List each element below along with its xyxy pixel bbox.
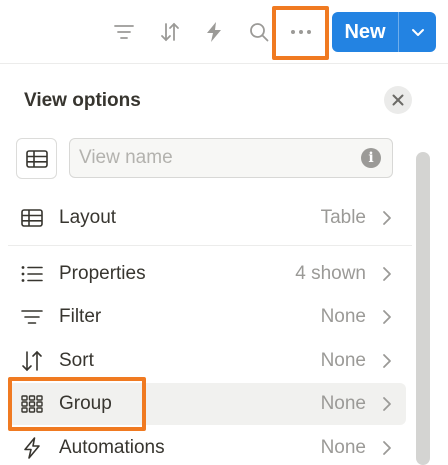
panel-title: View options [24,90,141,111]
more-icon[interactable] [283,14,319,50]
panel-scrollbar[interactable] [416,152,430,465]
chevron-right-icon [383,441,391,455]
lightning-icon[interactable] [196,14,232,50]
option-value: None [320,437,366,458]
option-row-sort[interactable]: Sort None [8,340,406,382]
chevron-right-icon [383,211,391,225]
option-label: Sort [59,350,94,371]
option-label: Properties [59,263,146,284]
view-toolbar: New [0,0,448,64]
option-value: Table [320,207,366,228]
sort-icon [20,349,44,373]
new-button-group: New [332,12,436,52]
chevron-right-icon [383,310,391,324]
filter-icon[interactable] [106,14,142,50]
list-icon [20,262,44,286]
new-button[interactable]: New [332,12,398,52]
section-divider [8,245,412,246]
group-row-highlight [8,377,146,431]
chevron-down-icon [411,28,424,36]
option-value: None [320,306,366,327]
option-value: 4 shown [295,263,366,284]
option-value: None [320,350,366,371]
close-icon [392,94,404,106]
info-icon[interactable]: i [361,148,381,168]
option-value: None [320,393,366,414]
chevron-right-icon [383,267,391,281]
new-dropdown-button[interactable] [399,12,436,52]
option-label: Automations [59,437,165,458]
option-row-filter[interactable]: Filter None [8,296,406,338]
view-name-input[interactable] [69,138,393,178]
option-label: Filter [59,306,102,327]
view-icon-button[interactable] [16,138,57,179]
option-label: Layout [59,207,117,228]
sort-icon[interactable] [152,14,188,50]
chevron-right-icon [383,397,391,411]
filter-icon [20,305,44,329]
chevron-right-icon [383,354,391,368]
close-button[interactable] [384,86,412,114]
option-row-properties[interactable]: Properties 4 shown [8,253,406,295]
option-row-layout[interactable]: Layout Table [8,197,406,239]
lightning-icon [20,436,44,460]
table-icon [20,206,44,230]
table-icon [25,149,48,168]
option-row-automations[interactable]: Automations None [8,427,406,465]
